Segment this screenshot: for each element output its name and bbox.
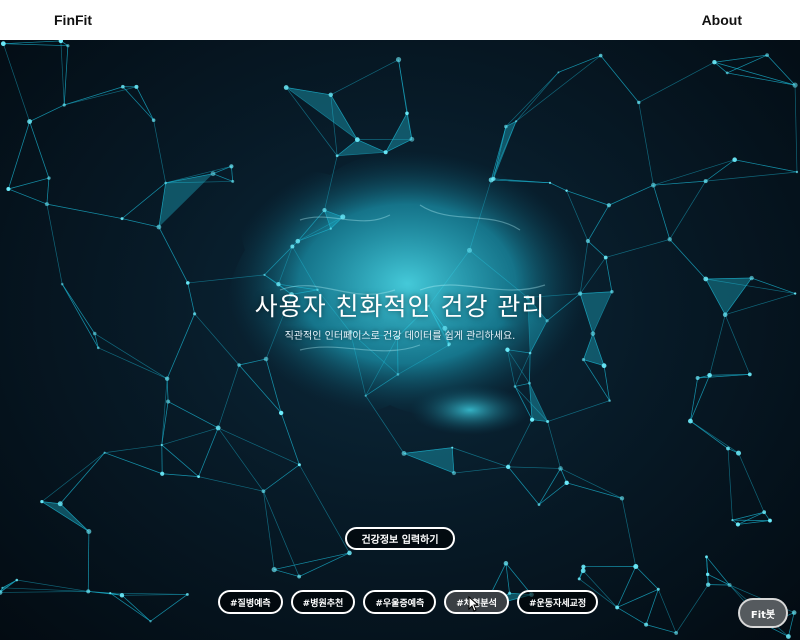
- brand-logo-link[interactable]: FinFit: [54, 12, 92, 28]
- hero-section: 사용자 친화적인 건강 관리 직관적인 인터페이스로 건강 데이터를 쉽게 관리…: [0, 40, 800, 640]
- tag-depression-prediction[interactable]: #우울증예측: [363, 590, 437, 614]
- tag-disease-prediction[interactable]: #질병예측: [218, 590, 283, 614]
- fitbot-chat-button[interactable]: Fit봇: [738, 598, 788, 628]
- mouse-pointer-icon: [468, 596, 480, 612]
- top-navbar: FinFit About: [0, 0, 800, 40]
- hero-title: 사용자 친화적인 건강 관리: [254, 292, 546, 321]
- about-link[interactable]: About: [702, 12, 742, 28]
- tag-exercise-posture-correction[interactable]: #운동자세교정: [516, 590, 599, 614]
- feature-tag-list: #질병예측 #병원추천 #우울증예측 #체형분석 #운동자세교정: [218, 590, 599, 614]
- enter-health-info-button[interactable]: 건강정보 입력하기: [345, 527, 455, 550]
- hero-subtitle: 직관적인 인터페이스로 건강 데이터를 쉽게 관리하세요.: [284, 331, 516, 342]
- tag-hospital-recommendation[interactable]: #병원추천: [290, 590, 356, 614]
